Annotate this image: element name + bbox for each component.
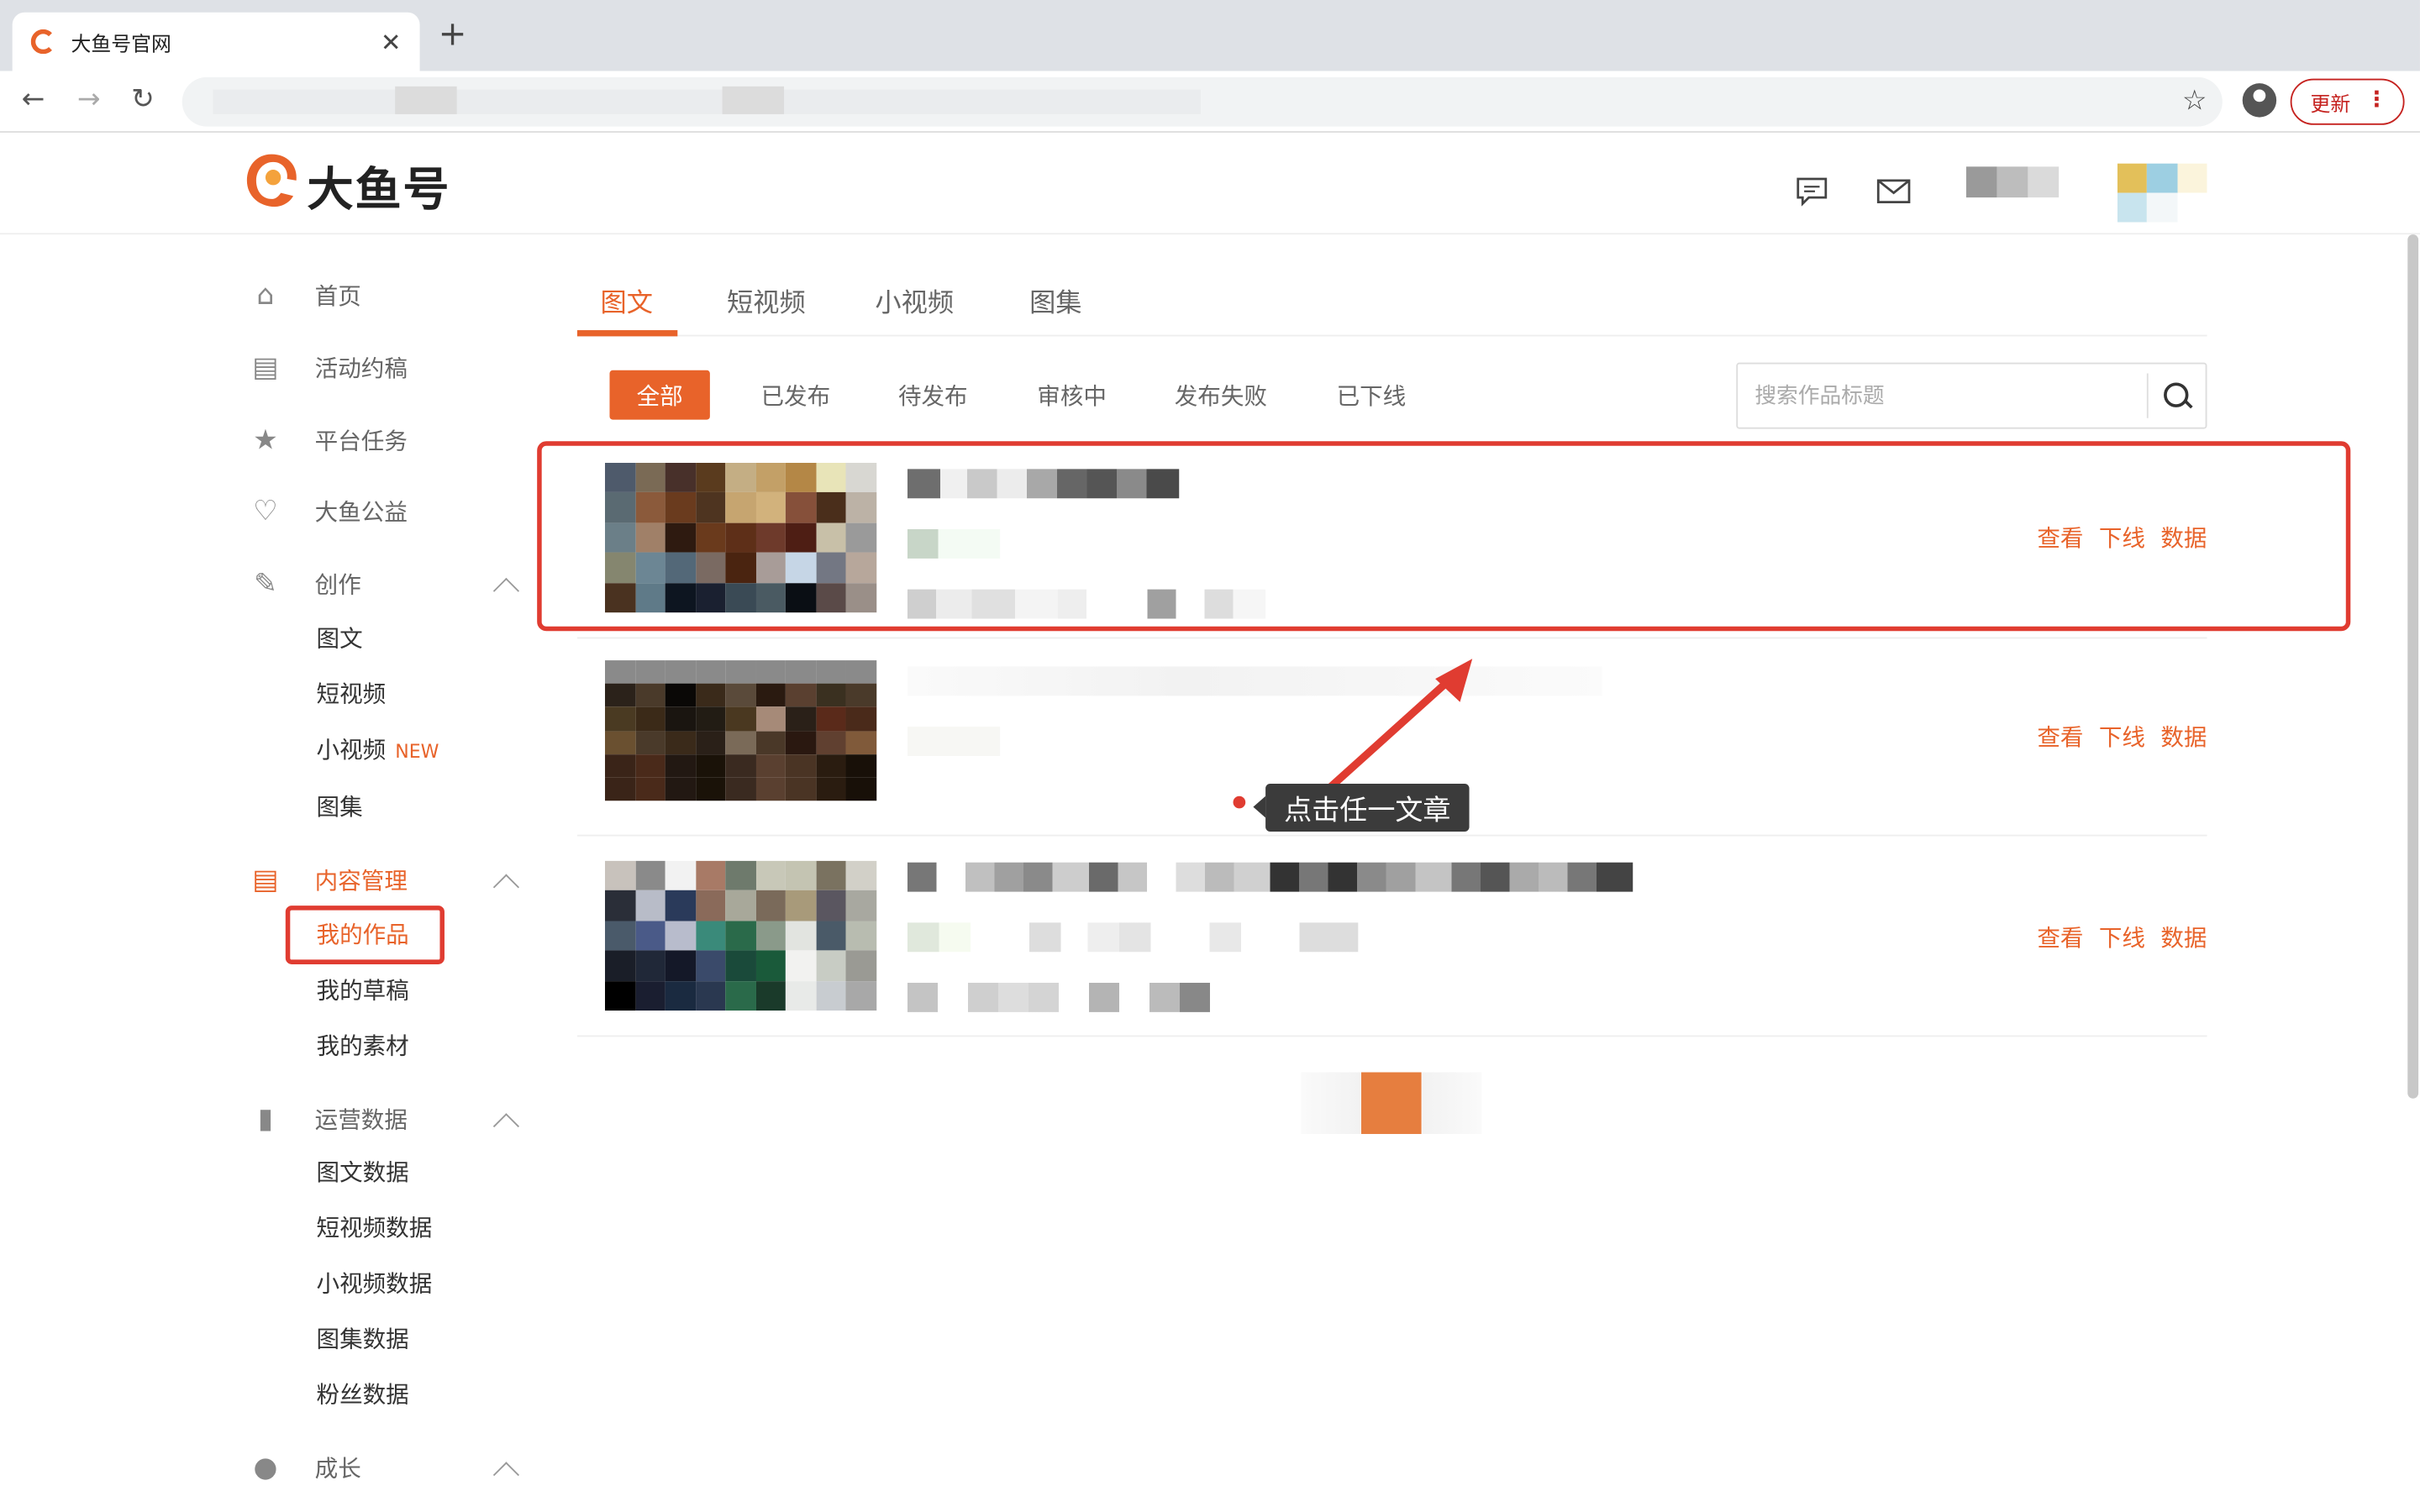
annotation-arrow — [1323, 659, 1473, 794]
annotation-tooltip: 点击任一文章 — [1253, 784, 1470, 832]
page-root: 大鱼号官网 ✕ + ← → ↻ ☆ 更新 ⋮ 大鱼号 ⌂ 首页 ▤ 活动约稿 ★… — [0, 0, 2420, 1512]
annotation-dot — [1233, 795, 1246, 809]
